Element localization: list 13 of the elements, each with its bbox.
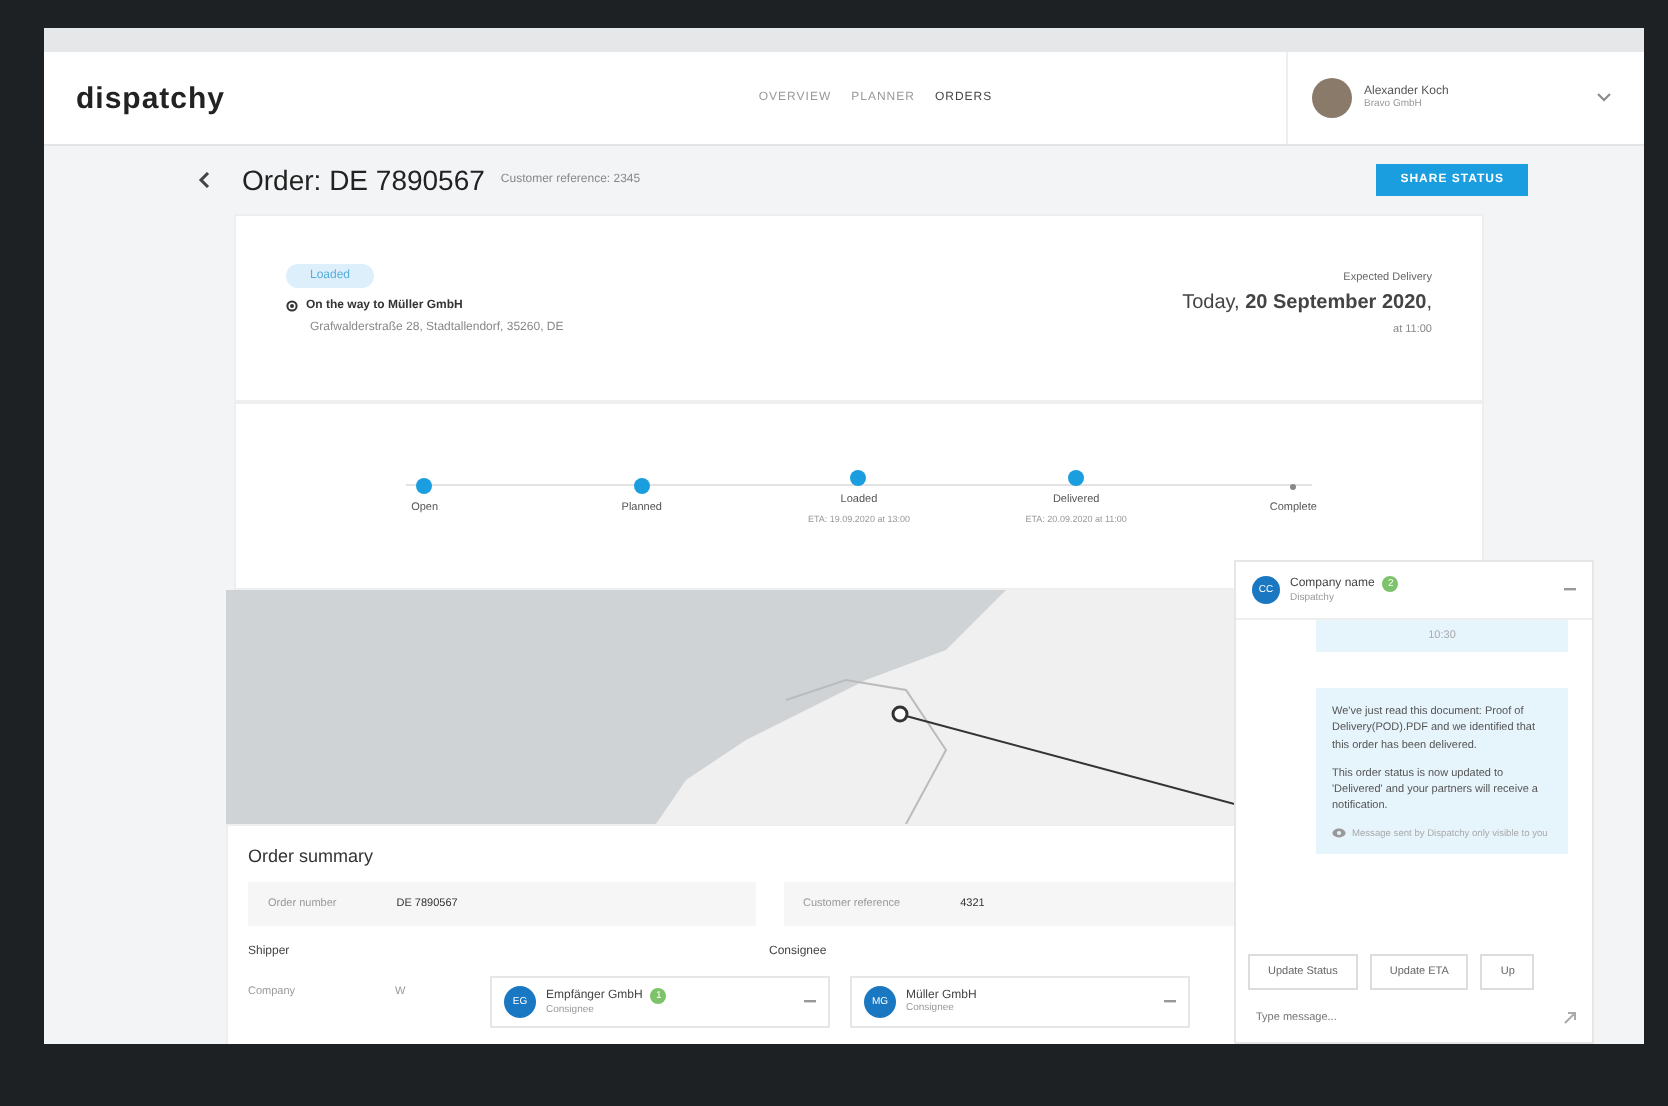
minimize-icon[interactable] <box>804 1000 816 1004</box>
location-icon <box>286 300 298 312</box>
send-icon[interactable] <box>1564 1012 1576 1024</box>
chevron-down-icon[interactable] <box>1596 92 1612 104</box>
eye-icon <box>1332 827 1346 837</box>
section-title: Order summary <box>248 846 376 866</box>
expected-date: Today, 20 September 2020, <box>1182 292 1432 314</box>
app-logo[interactable]: dispatchy <box>76 81 226 115</box>
order-title: Order: DE 7890567 <box>242 164 485 196</box>
minimize-icon[interactable] <box>1164 1000 1176 1004</box>
minimize-icon[interactable] <box>1564 588 1576 592</box>
avatar <box>1312 78 1352 118</box>
back-icon[interactable] <box>198 172 210 188</box>
